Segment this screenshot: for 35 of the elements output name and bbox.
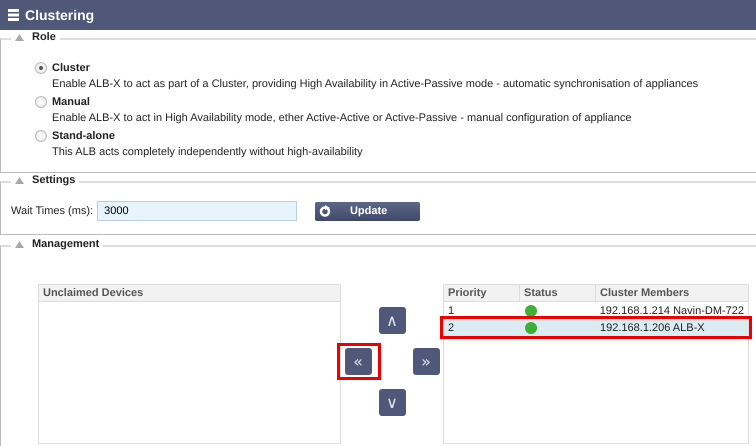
move-button[interactable]: «: [344, 348, 372, 375]
radio-button[interactable]: [35, 96, 47, 108]
option-label: Cluster: [52, 62, 90, 74]
table-cell-text: 2: [447, 322, 456, 334]
table-cell-text: 1: [447, 304, 456, 316]
option-description: Enable ALB-X to act as part of a Cluster, providing High Availability in Active-Passive mode - automatic synchronisation of appliances: [51, 77, 700, 92]
page-title: Clustering: [25, 7, 94, 23]
radio-button[interactable]: [35, 130, 47, 142]
table-cell-text: 192.168.1.214 Navin-DM-722: [598, 304, 745, 316]
collapse-icon[interactable]: [15, 240, 24, 248]
option-label: Stand-alone: [52, 130, 115, 142]
column-header: Unclaimed Devices: [42, 286, 144, 301]
table-cell-text: 192.168.1.206 ALB-X: [599, 322, 706, 334]
refresh-icon: [319, 205, 332, 217]
table-row[interactable]: 1 192.168.1.214 Navin-DM-722: [444, 302, 748, 319]
column-header: Priority: [444, 285, 520, 301]
column-header: Status: [520, 285, 596, 301]
input-field[interactable]: 3000: [97, 201, 298, 221]
list-icon: [8, 9, 19, 21]
update-button[interactable]: Update: [315, 202, 420, 220]
column-header: Cluster Members: [599, 286, 690, 301]
section-title: Role: [32, 31, 56, 43]
option-label: Manual: [52, 96, 90, 108]
section-title: Management: [32, 238, 100, 250]
collapse-icon[interactable]: [15, 176, 24, 184]
move-button[interactable]: »: [412, 348, 440, 375]
field-label: Wait Times (ms):: [11, 205, 94, 217]
move-button[interactable]: ∧: [378, 307, 406, 334]
radio-button[interactable]: [35, 62, 47, 74]
move-button[interactable]: ∨: [378, 389, 406, 416]
collapse-icon[interactable]: [15, 34, 24, 40]
option-description: This ALB acts completely independently without high-availability: [51, 145, 364, 160]
section-title: Settings: [32, 174, 76, 186]
option-description: Enable ALB-X to act in High Availability mode, ether Active-Active or Active-Passive - manual configuration of appliance: [51, 111, 632, 126]
table-row[interactable]: 2 192.168.1.206 ALB-X: [444, 319, 748, 336]
